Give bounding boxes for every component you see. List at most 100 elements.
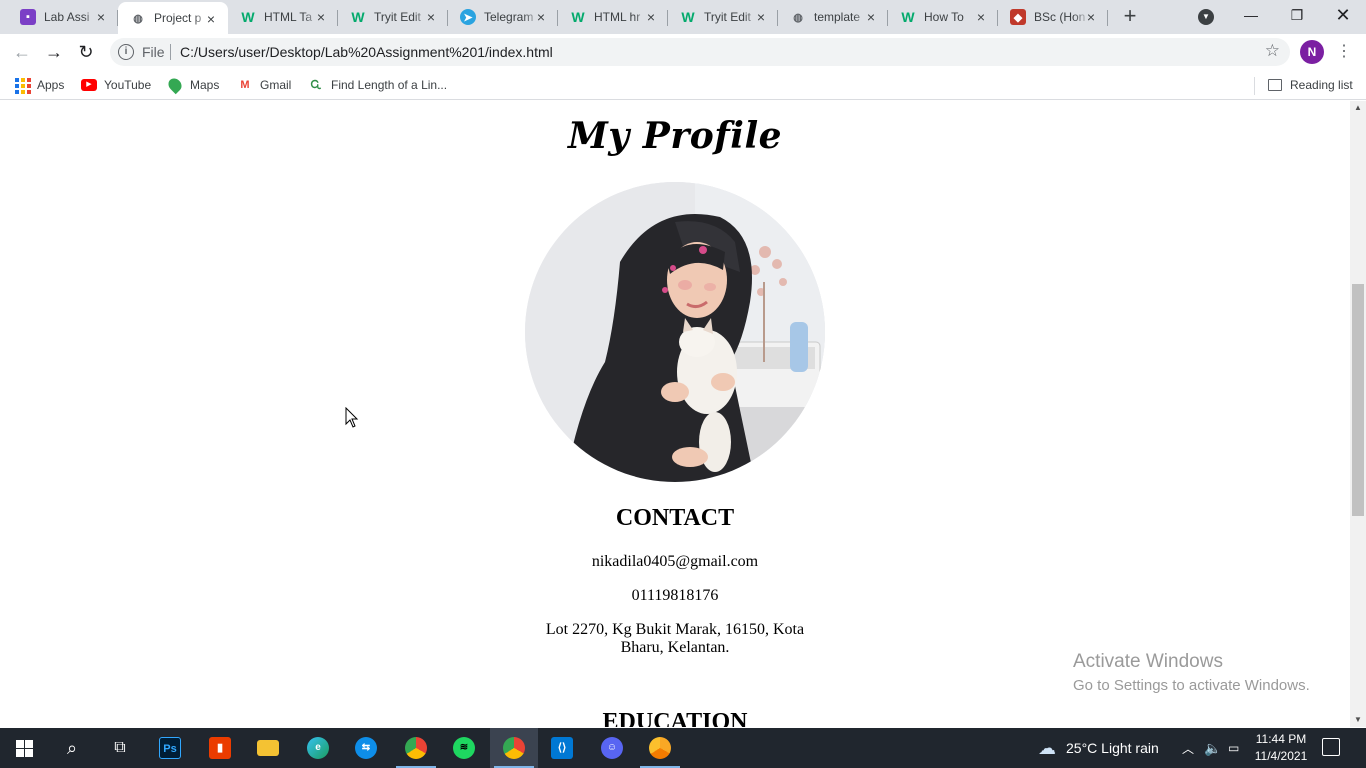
watermark-title: Activate Windows: [1073, 651, 1223, 672]
tab-title: Telegram: [484, 10, 534, 24]
bookmark-label: Maps: [190, 78, 220, 92]
spotify-icon[interactable]: ≋: [440, 728, 488, 768]
maps-icon: [165, 75, 185, 95]
scroll-down-icon[interactable]: ▼: [1350, 713, 1366, 727]
tab-tryit-editor[interactable]: W Tryit Edit ×: [338, 0, 448, 34]
address-bar[interactable]: i File C:/Users/user/Desktop/Lab%20Assig…: [110, 38, 1290, 66]
windows-taskbar: ⌕ ⧉ Ps ▮ e ⇆ ≋ ⟨⟩ ☺ ☁ 25°C Light rain ︿ …: [0, 728, 1366, 768]
tab-search-icon[interactable]: ▼: [1198, 9, 1214, 25]
start-icon[interactable]: [0, 728, 48, 768]
teamviewer-icon[interactable]: ⇆: [342, 728, 390, 768]
chrome-icon[interactable]: [392, 728, 440, 768]
close-tab-icon[interactable]: ×: [754, 10, 768, 24]
scroll-up-icon[interactable]: ▲: [1350, 101, 1366, 115]
bookmark-star-icon[interactable]: ☆: [1265, 41, 1280, 61]
university-icon: ◆: [1010, 9, 1026, 25]
clock-date: 11/4/2021: [1254, 749, 1308, 763]
activate-windows-watermark: Activate Windows Go to Settings to activ…: [1073, 651, 1310, 694]
notification-center-icon[interactable]: [1322, 738, 1340, 756]
w3schools-icon: W: [681, 9, 695, 25]
bookmark-label: Gmail: [260, 78, 292, 92]
tab-telegram[interactable]: ➤ Telegram ×: [448, 0, 558, 34]
file-explorer-icon[interactable]: [244, 728, 292, 768]
gmail-icon: M: [240, 79, 250, 91]
scrollbar-thumb[interactable]: [1352, 284, 1364, 516]
tab-title: HTML Ta: [264, 10, 313, 24]
bookmark-label: Apps: [37, 78, 65, 92]
close-tab-icon[interactable]: ×: [204, 12, 218, 26]
tab-tryit-editor-2[interactable]: W Tryit Edit ×: [668, 0, 778, 34]
close-window-button[interactable]: ✕: [1320, 0, 1366, 32]
reading-list-icon: [1267, 77, 1283, 93]
w3schools-icon: W: [241, 9, 255, 25]
close-tab-icon[interactable]: ×: [864, 10, 878, 24]
close-tab-icon[interactable]: ×: [1084, 10, 1098, 24]
w3schools-icon: W: [351, 9, 365, 25]
tab-html-href[interactable]: W HTML hr ×: [558, 0, 668, 34]
profile-avatar[interactable]: N: [1300, 40, 1324, 64]
contact-phone: 01119818176: [631, 587, 719, 604]
minimize-button[interactable]: —: [1228, 0, 1274, 32]
forward-arrow-icon[interactable]: →: [42, 40, 66, 64]
restore-button[interactable]: ❐: [1274, 0, 1320, 32]
site-info-icon[interactable]: i: [118, 44, 134, 60]
reading-list-button[interactable]: Reading list: [1267, 75, 1353, 95]
bookmark-gmail[interactable]: M Gmail: [237, 75, 291, 95]
tab-project-page[interactable]: ◍ Project p ×: [118, 2, 228, 34]
watermark-subtitle: Go to Settings to activate Windows.: [1073, 677, 1310, 694]
tab-title: Tryit Edit: [374, 10, 421, 24]
office-icon[interactable]: ▮: [196, 728, 244, 768]
vscode-icon[interactable]: ⟨⟩: [538, 728, 586, 768]
bookmark-youtube[interactable]: ▶ YouTube: [81, 75, 151, 95]
tab-html-tables[interactable]: W HTML Ta ×: [228, 0, 338, 34]
bookmark-label: Find Length of a Lin...: [331, 78, 448, 92]
task-view-icon[interactable]: ⧉: [96, 728, 144, 768]
bookmarks-separator: [1254, 77, 1255, 95]
bookmarks-bar: Apps ▶ YouTube Maps M Gmail Ꮹ Find Lengt…: [0, 70, 1366, 100]
new-tab-button[interactable]: +: [1118, 5, 1142, 29]
bookmark-maps[interactable]: Maps: [165, 75, 220, 95]
url-text[interactable]: C:/Users/user/Desktop/Lab%20Assignment%2…: [180, 44, 553, 60]
page-scrollbar[interactable]: ▲ ▼: [1350, 101, 1366, 727]
youtube-icon: ▶: [81, 77, 97, 93]
back-arrow-icon[interactable]: ←: [10, 40, 34, 64]
discord-icon[interactable]: ☺: [588, 728, 636, 768]
chrome-profile-icon[interactable]: [490, 728, 538, 768]
tab-template[interactable]: ◍ template ×: [778, 0, 888, 34]
close-tab-icon[interactable]: ×: [534, 10, 548, 24]
tab-title: Tryit Edit: [704, 10, 751, 24]
classroom-icon: ▪: [20, 9, 36, 25]
tab-bsc-hons[interactable]: ◆ BSc (Hon ×: [998, 0, 1108, 34]
system-clock[interactable]: 11:44 PM 11/4/2021: [1248, 731, 1314, 765]
profile-photo: [525, 182, 825, 482]
globe-icon: ◍: [133, 12, 143, 25]
contact-heading: CONTACT: [615, 505, 735, 531]
close-tab-icon[interactable]: ×: [424, 10, 438, 24]
geeksforgeeks-icon: Ꮹ: [310, 78, 322, 91]
tab-lab-assignment[interactable]: ▪ Lab Assi ×: [8, 0, 118, 34]
close-tab-icon[interactable]: ×: [644, 10, 658, 24]
search-icon[interactable]: ⌕: [48, 728, 96, 768]
w3schools-icon: W: [571, 9, 585, 25]
photoshop-icon[interactable]: Ps: [146, 728, 194, 768]
tab-how-to[interactable]: W How To ×: [888, 0, 998, 34]
volume-icon[interactable]: 🔈: [1204, 728, 1221, 768]
show-hidden-icons-icon[interactable]: ︿: [1182, 728, 1194, 768]
tab-title: HTML hr: [594, 10, 641, 24]
mouse-cursor-icon: [345, 407, 359, 428]
reading-list-label: Reading list: [1290, 78, 1353, 92]
network-icon[interactable]: ▭: [1228, 728, 1239, 768]
close-tab-icon[interactable]: ×: [94, 10, 108, 24]
clock-time: 11:44 PM: [1255, 732, 1307, 746]
close-tab-icon[interactable]: ×: [314, 10, 328, 24]
edge-icon[interactable]: e: [294, 728, 342, 768]
tab-title: template: [814, 10, 861, 24]
close-tab-icon[interactable]: ×: [974, 10, 988, 24]
globe-icon: ◍: [793, 11, 803, 24]
bookmark-apps[interactable]: Apps: [14, 75, 64, 95]
reload-icon[interactable]: ↻: [74, 40, 98, 64]
chrome-canary-icon[interactable]: [636, 728, 684, 768]
kebab-menu-icon[interactable]: ⋮: [1334, 40, 1354, 64]
weather-widget[interactable]: ☁ 25°C Light rain: [1038, 728, 1159, 768]
bookmark-find-length[interactable]: Ꮹ Find Length of a Lin...: [308, 75, 447, 95]
